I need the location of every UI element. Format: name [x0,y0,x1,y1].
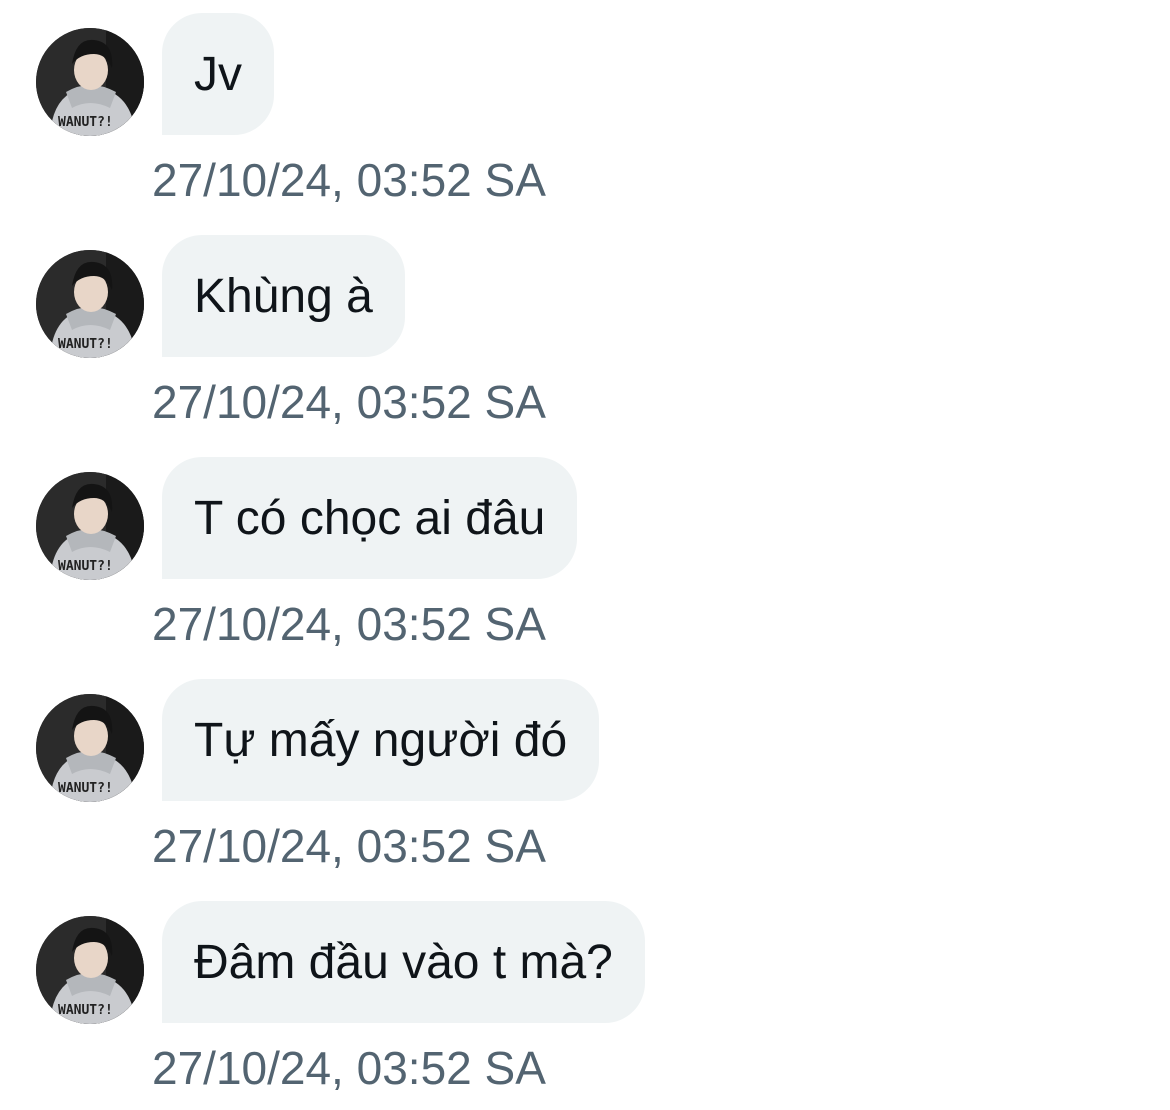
svg-text:WANUT?!: WANUT?! [58,337,113,352]
svg-text:WANUT?!: WANUT?! [58,559,113,574]
message-item: WANUT?! Khùng à 27/10/24, 03:52 SA [0,222,1170,444]
avatar[interactable]: WANUT?! [36,250,144,358]
avatar-image: WANUT?! [36,472,144,580]
avatar-image: WANUT?! [36,916,144,1024]
message-thread: WANUT?! Jv 27/10/24, 03:52 SA WANUT?! Kh… [0,0,1170,1108]
message-timestamp: 27/10/24, 03:52 SA [152,820,546,872]
avatar[interactable]: WANUT?! [36,916,144,1024]
message-item: WANUT?! Tự mấy người đó 27/10/24, 03:52 … [0,666,1170,888]
message-timestamp: 27/10/24, 03:52 SA [152,154,546,206]
message-bubble[interactable]: Tự mấy người đó [162,679,600,801]
message-item: WANUT?! Đâm đầu vào t mà? 27/10/24, 03:5… [0,888,1170,1110]
avatar[interactable]: WANUT?! [36,472,144,580]
svg-text:WANUT?!: WANUT?! [58,1003,113,1018]
avatar-image: WANUT?! [36,250,144,358]
avatar[interactable]: WANUT?! [36,694,144,802]
message-bubble[interactable]: Khùng à [162,235,405,357]
avatar-image: WANUT?! [36,28,144,136]
message-item: WANUT?! T có chọc ai đâu 27/10/24, 03:52… [0,444,1170,666]
svg-text:WANUT?!: WANUT?! [58,781,113,796]
message-text: Tự mấy người đó [194,713,568,767]
message-text: T có chọc ai đâu [194,491,546,545]
svg-text:WANUT?!: WANUT?! [58,115,113,130]
message-timestamp: 27/10/24, 03:52 SA [152,376,546,428]
message-timestamp: 27/10/24, 03:52 SA [152,1042,546,1094]
message-timestamp: 27/10/24, 03:52 SA [152,598,546,650]
avatar-image: WANUT?! [36,694,144,802]
avatar[interactable]: WANUT?! [36,28,144,136]
message-item: WANUT?! Jv 27/10/24, 03:52 SA [0,0,1170,222]
message-text: Jv [194,47,242,101]
message-text: Đâm đầu vào t mà? [194,935,613,989]
message-text: Khùng à [194,269,373,323]
message-bubble[interactable]: Đâm đầu vào t mà? [162,901,645,1023]
message-bubble[interactable]: T có chọc ai đâu [162,457,578,579]
message-bubble[interactable]: Jv [162,13,274,135]
